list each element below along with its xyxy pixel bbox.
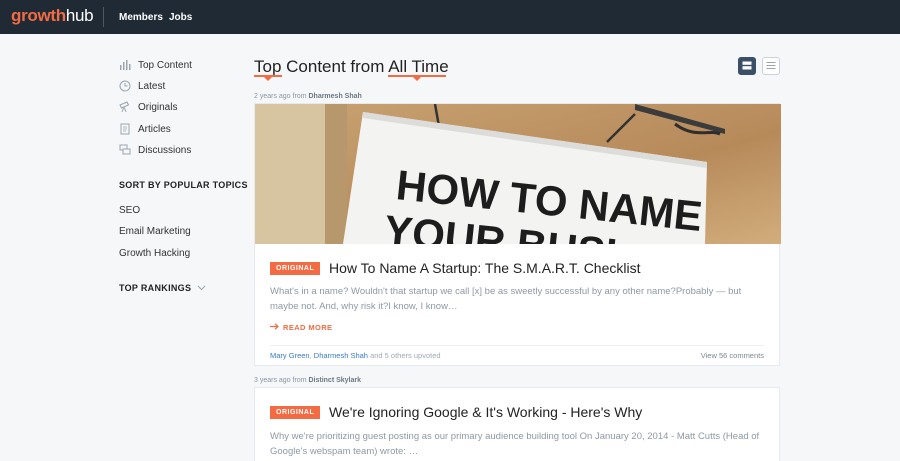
original-badge: ORIGINAL [270,406,321,419]
post-author-link[interactable]: Dharmesh Shah [308,93,361,100]
post-excerpt: Why we're prioritizing guest posting as … [270,431,760,457]
topic-link-growth-hacking[interactable]: Growth Hacking [119,248,190,259]
title-underline-notch-right [413,77,421,81]
card-footer-divider [270,345,764,346]
sidebar-item-label: Articles [138,123,171,135]
logo-text-growth: growth [11,6,66,25]
upvoter-link[interactable]: Mary Green [270,351,310,360]
post-meta: 2 years ago from Dharmesh Shah [254,93,362,100]
upvote-suffix: and 5 others upvoted [370,351,441,360]
nav-link-jobs[interactable]: Jobs [169,12,192,23]
upvoters: Mary Green, Dharmesh Shah and 5 others u… [270,351,441,360]
view-comments-link[interactable]: View 56 comments [701,351,764,360]
post-hero-image[interactable]: HOW TO NAME YOUR BUSI [255,104,781,244]
post-excerpt: What's in a name? Wouldn't that startup … [270,286,742,312]
post-time: 2 years ago from [254,93,307,100]
sidebar-item-discussions[interactable]: Discussions [119,143,191,157]
post-card: HOW TO NAME YOUR BUSI ORIGINAL How To Na… [254,103,781,366]
list-view-icon [766,57,776,75]
chevron-down-icon [197,283,206,293]
telescope-icon [119,101,131,113]
arrow-right-icon [270,323,279,332]
post-time: 3 years ago from [254,377,307,384]
top-rankings-toggle[interactable]: TOP RANKINGS [119,283,206,293]
time-filter-dropdown[interactable]: All Time [388,57,448,76]
post-title-link[interactable]: How To Name A Startup: The S.M.A.R.T. Ch… [329,260,641,276]
nav-divider [103,7,104,27]
sidebar-item-latest[interactable]: Latest [119,79,165,93]
read-more-label: READ MORE [283,323,333,332]
sidebar-item-top-content[interactable]: Top Content [119,58,192,72]
upvoter-link[interactable]: Dharmesh Shah [314,351,368,360]
sidebar-item-articles[interactable]: Articles [119,122,171,136]
sidebar-item-label: Top Content [138,59,192,71]
bar-chart-icon [119,59,131,71]
page-title: Top Content from All Time [254,57,449,77]
page-title-prefix: Top Content from [254,57,385,76]
read-more-link[interactable]: READ MORE [270,323,332,332]
chat-bubbles-icon [119,144,131,156]
logo-text-hub: hub [65,6,94,25]
growthhub-logo[interactable]: growthhub [11,6,94,26]
topic-link-seo[interactable]: SEO [119,205,140,216]
post-card: ORIGINAL We're Ignoring Google & It's Wo… [254,387,780,461]
nav-link-members[interactable]: Members [119,12,163,23]
topics-heading: SORT BY POPULAR TOPICS [119,180,248,190]
sidebar-item-label: Discussions [138,144,192,156]
top-rankings-label: TOP RANKINGS [119,283,192,293]
card-view-button[interactable] [738,57,756,75]
top-navbar: growthhub Members Jobs [0,0,900,34]
sidebar-item-originals[interactable]: Originals [119,100,177,114]
document-icon [119,123,131,135]
post-title-link[interactable]: We're Ignoring Google & It's Working - H… [329,404,642,420]
original-badge: ORIGINAL [270,262,321,275]
sidebar-item-label: Latest [138,80,166,92]
clock-icon [119,80,131,92]
title-underline-notch-left [264,77,272,81]
post-author-link[interactable]: Distinct Skylark [308,377,361,384]
card-view-icon [742,57,752,75]
list-view-button[interactable] [762,57,780,75]
post-meta: 3 years ago from Distinct Skylark [254,377,361,384]
topic-link-email-marketing[interactable]: Email Marketing [119,226,191,237]
sidebar-item-label: Originals [138,101,178,113]
